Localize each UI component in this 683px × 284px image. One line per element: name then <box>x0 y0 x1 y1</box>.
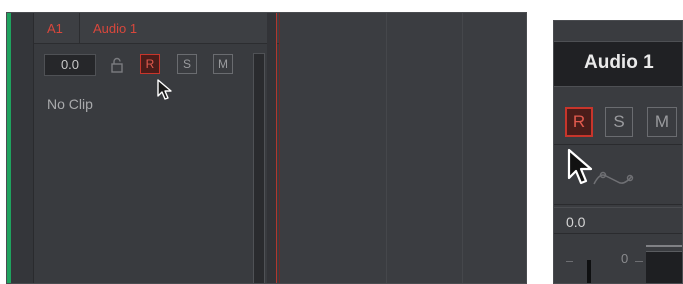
mixer-channel-name[interactable]: Audio 1 <box>584 52 654 74</box>
timeline-grid-line <box>462 13 463 283</box>
timeline-track-lane[interactable] <box>280 13 526 283</box>
track-volume-field[interactable]: 0.0 <box>44 54 96 76</box>
clip-status-text: No Clip <box>47 96 93 112</box>
fader-handle[interactable] <box>646 251 682 283</box>
timeline-grid-line <box>386 13 387 283</box>
timeline-track-panel: A1 Audio 1 0.0 R S M No Clip <box>6 12 527 284</box>
mixer-mute-button[interactable]: M <box>647 107 677 137</box>
lock-icon[interactable] <box>110 57 124 73</box>
mixer-record-arm-button[interactable]: R <box>565 107 593 137</box>
mute-button[interactable]: M <box>213 54 233 74</box>
track-id-label: A1 <box>47 21 63 36</box>
mixer-volume-value[interactable]: 0.0 <box>566 214 585 230</box>
section-divider <box>554 207 682 208</box>
mixer-channel-strip: Audio 1 R S M 0.0 0 <box>553 20 683 284</box>
mouse-pointer-icon <box>157 79 172 100</box>
fader-cap-highlight <box>646 245 682 247</box>
fader-scale-tick <box>635 261 643 262</box>
fader-track[interactable] <box>587 260 591 283</box>
track-gutter <box>11 13 34 283</box>
playhead-line[interactable] <box>276 13 277 283</box>
mixer-solo-button[interactable]: S <box>605 107 633 137</box>
section-divider <box>554 204 682 205</box>
audio-level-meter <box>253 53 265 283</box>
record-arm-button[interactable]: R <box>140 54 160 74</box>
fader-scale-zero-label: 0 <box>621 251 629 266</box>
track-name-label[interactable]: Audio 1 <box>93 21 137 36</box>
mouse-pointer-icon <box>567 148 593 185</box>
header-divider <box>79 13 80 43</box>
track-header-bar[interactable] <box>34 13 279 44</box>
section-divider <box>554 144 682 145</box>
fader-scale-tick <box>566 261 573 262</box>
solo-button[interactable]: S <box>177 54 197 74</box>
section-divider <box>554 233 682 234</box>
automation-curve-icon[interactable] <box>592 166 648 190</box>
